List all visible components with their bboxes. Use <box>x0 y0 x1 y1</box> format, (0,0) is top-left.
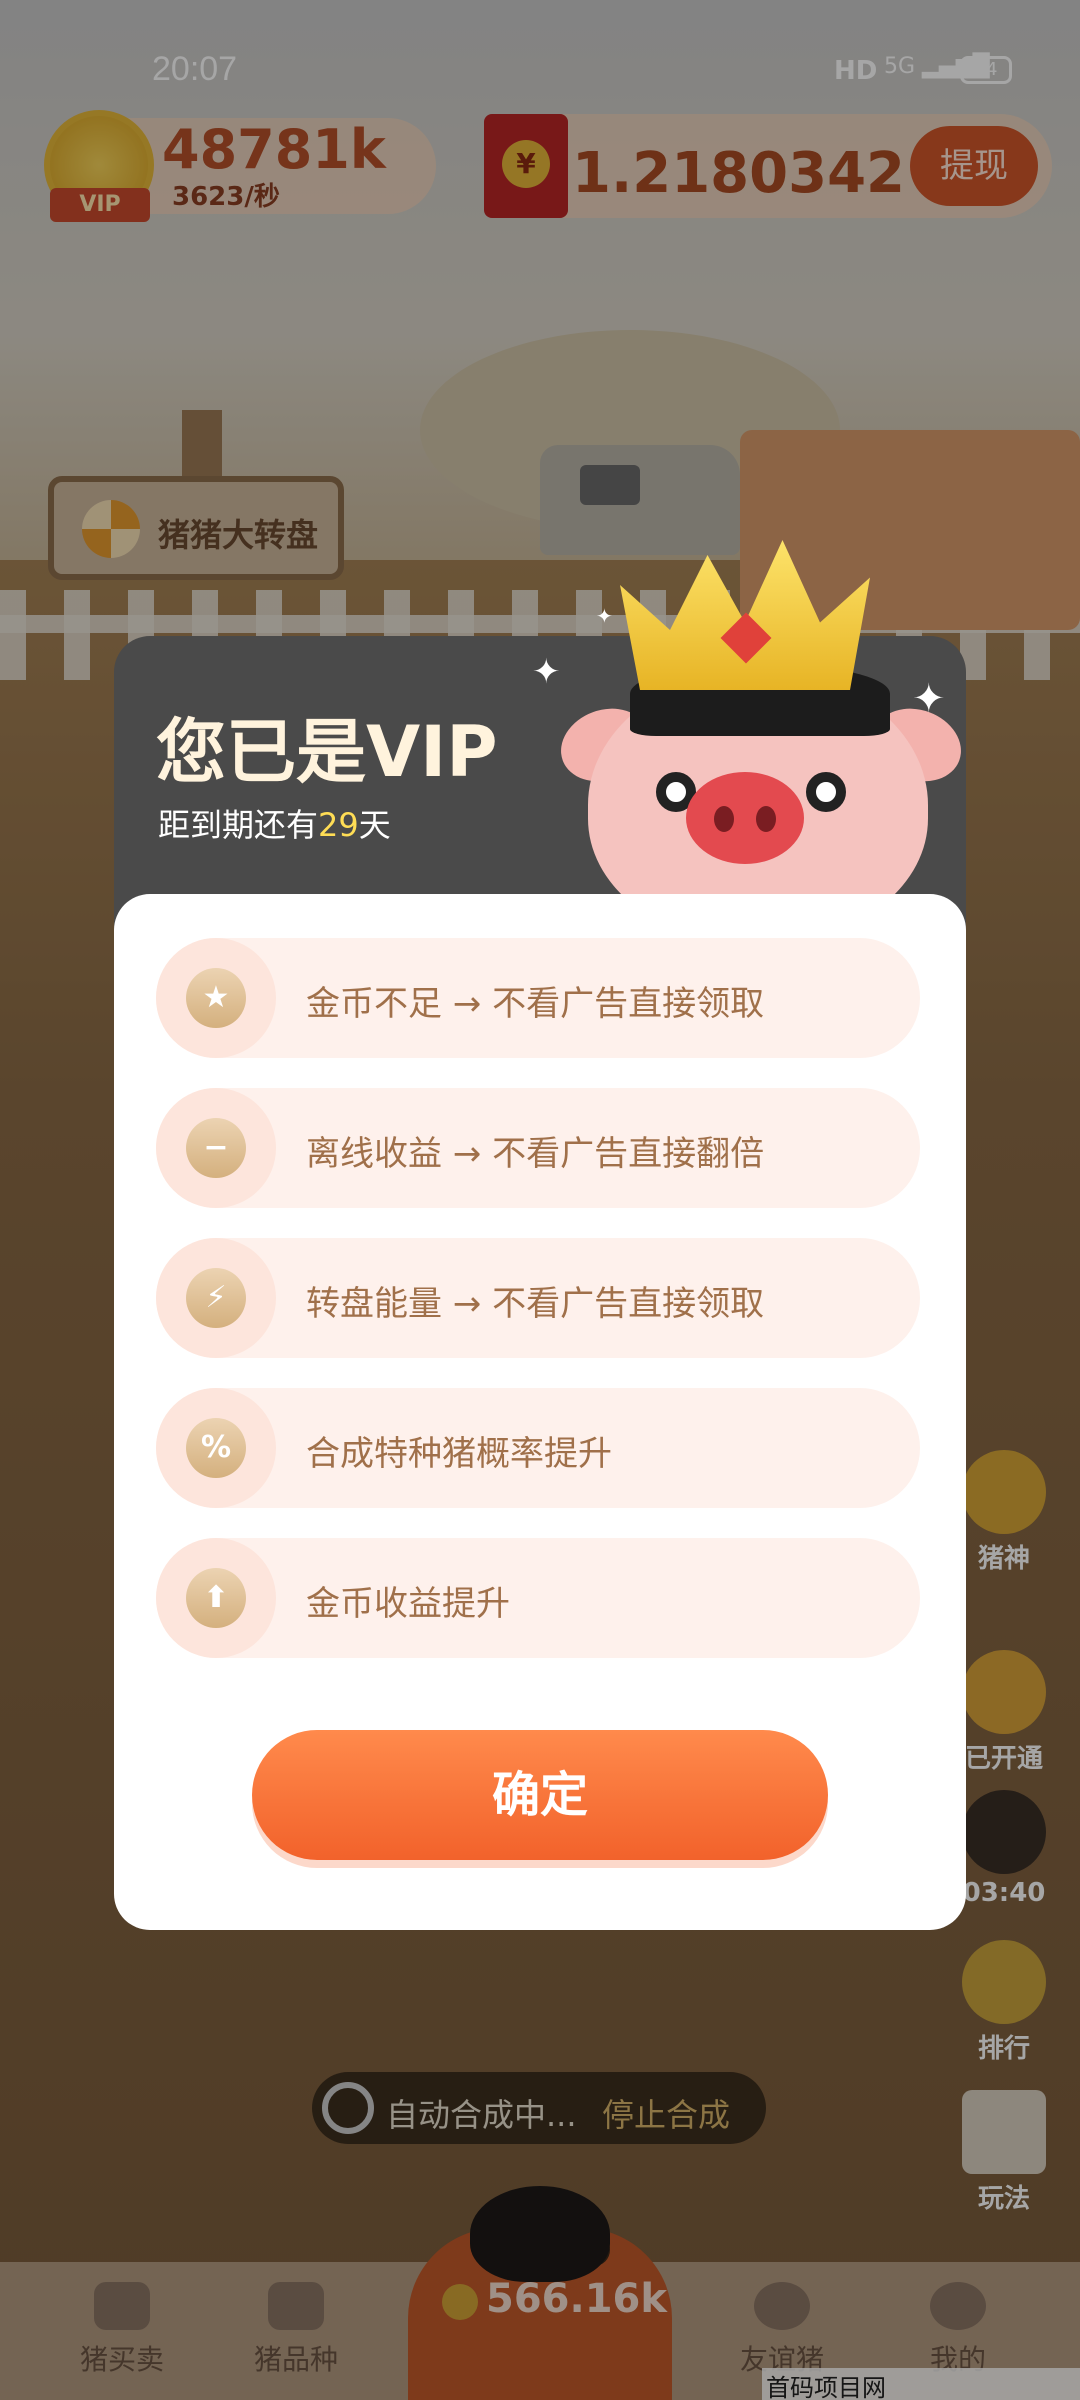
benefit-text: 金币不足 → 不看广告直接领取 <box>306 984 765 1024</box>
percent-icon: % <box>186 1418 246 1478</box>
lightning-icon: ⚡ <box>186 1268 246 1328</box>
benefit-icon-bg: % <box>156 1388 276 1508</box>
vip-expiry: 距到期还有29天 <box>158 800 391 846</box>
expiry-suffix: 天 <box>358 806 391 844</box>
benefit-item: − 离线收益 → 不看广告直接翻倍 <box>156 1088 920 1208</box>
benefit-icon-bg: − <box>156 1088 276 1208</box>
crowned-pig-mascot <box>550 500 972 940</box>
sparkle-icon: ✦ <box>532 652 561 692</box>
pig-eye-right <box>806 772 846 812</box>
benefit-text: 金币收益提升 <box>306 1584 510 1624</box>
benefit-item: % 合成特种猪概率提升 <box>156 1388 920 1508</box>
benefit-item: ★ 金币不足 → 不看广告直接领取 <box>156 938 920 1058</box>
benefit-text: 离线收益 → 不看广告直接翻倍 <box>306 1134 765 1174</box>
arrow-up-icon: ⬆ <box>186 1568 246 1628</box>
star-icon: ★ <box>186 968 246 1028</box>
benefit-text: 转盘能量 → 不看广告直接领取 <box>306 1284 765 1324</box>
expiry-prefix: 距到期还有 <box>158 806 319 844</box>
pig-snout <box>686 772 804 864</box>
benefit-text: 合成特种猪概率提升 <box>306 1434 612 1474</box>
vip-title: 您已是VIP <box>156 711 498 793</box>
benefit-icon-bg: ★ <box>156 938 276 1058</box>
benefit-icon-bg: ⚡ <box>156 1238 276 1358</box>
benefit-item: ⚡ 转盘能量 → 不看广告直接领取 <box>156 1238 920 1358</box>
benefit-item: ⬆ 金币收益提升 <box>156 1538 920 1658</box>
minus-icon: − <box>186 1118 246 1178</box>
confirm-button[interactable]: 确定 <box>252 1730 828 1860</box>
expiry-days: 29 <box>318 806 359 844</box>
benefit-icon-bg: ⬆ <box>156 1538 276 1658</box>
